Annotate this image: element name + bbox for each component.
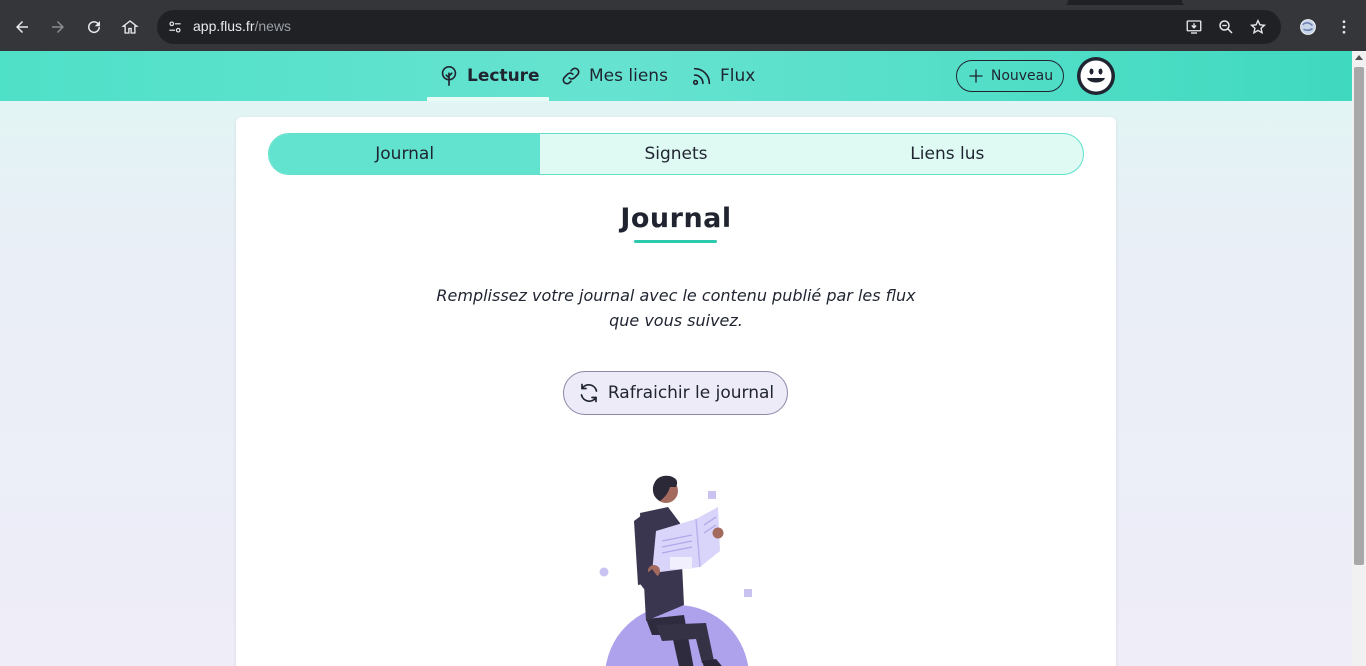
home-button[interactable] (116, 13, 144, 41)
scrollbar-thumb[interactable] (1354, 67, 1364, 565)
app-header: Lecture Mes liens Flux Nouveau (0, 51, 1352, 101)
title-underline (634, 240, 717, 243)
reload-button[interactable] (80, 13, 108, 41)
new-button[interactable]: Nouveau (956, 60, 1064, 92)
tab-signets[interactable]: Signets (540, 134, 811, 174)
intro-text: Remplissez votre journal avec le contenu… (436, 286, 916, 330)
reading-person-illustration (599, 475, 752, 666)
plus-icon (969, 69, 983, 83)
more-vertical-icon (1342, 20, 1346, 34)
tab-journal[interactable]: Journal (269, 134, 541, 174)
bookmark-button[interactable] (1244, 13, 1272, 41)
arrow-right-icon (52, 21, 64, 33)
nav-lecture[interactable]: Lecture (427, 51, 549, 101)
page-title: Journal (620, 203, 732, 234)
browser-toolbar: app.flus.fr/news (0, 0, 1366, 51)
page-scrollbar[interactable] (1352, 51, 1366, 666)
decor-dot (599, 567, 609, 577)
zoom-icon (1219, 20, 1233, 34)
smiley-avatar-icon (1080, 60, 1112, 92)
reading-tabs: Journal Signets Liens lus (268, 133, 1084, 175)
rss-icon (692, 67, 711, 86)
url-text[interactable]: app.flus.fr/news (193, 18, 291, 34)
tab-liens-lus[interactable]: Liens lus (812, 134, 1083, 174)
forward-button[interactable] (44, 13, 72, 41)
address-bar[interactable]: app.flus.fr/news (157, 10, 1281, 44)
page-viewport: Lecture Mes liens Flux Nouveau Journal S… (0, 51, 1352, 666)
nav-flux[interactable]: Flux (691, 51, 755, 101)
decor-square (744, 589, 752, 597)
profile-avatar-icon (1300, 19, 1316, 35)
star-icon (1249, 19, 1267, 35)
tree-icon (441, 66, 457, 86)
refresh-journal-button[interactable]: Rafraichir le journal (563, 371, 788, 415)
profile-button[interactable] (1294, 13, 1322, 41)
zoom-button[interactable] (1212, 13, 1240, 41)
site-info-icon[interactable] (165, 17, 185, 37)
tab-strip (0, 0, 1366, 5)
user-avatar[interactable] (1077, 57, 1115, 95)
install-app-button[interactable] (1180, 13, 1208, 41)
scroll-up-arrow[interactable] (1355, 55, 1363, 60)
browser-menu-button[interactable] (1330, 13, 1358, 41)
install-icon (1186, 20, 1202, 34)
home-icon (121, 20, 139, 34)
nav-mes-liens[interactable]: Mes liens (560, 51, 668, 101)
journal-card: Journal Signets Liens lus Journal Rempli… (236, 117, 1116, 666)
link-icon (562, 67, 580, 85)
arrow-left-icon (16, 21, 28, 33)
refresh-icon (580, 383, 598, 403)
reload-icon (88, 21, 101, 34)
back-button[interactable] (8, 13, 36, 41)
decor-square (708, 491, 716, 499)
